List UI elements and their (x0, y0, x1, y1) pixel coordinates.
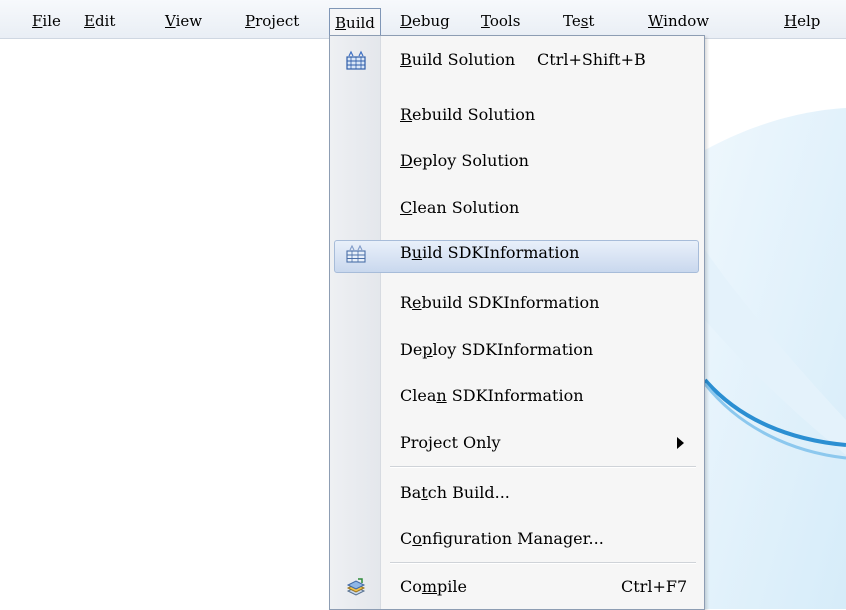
menu-item-label: Compile (400, 577, 467, 596)
menu-item-compile[interactable]: Compile Ctrl+F7 (330, 570, 704, 608)
label-pre: Clea (400, 386, 437, 405)
menu-item-configuration-manager[interactable]: Configuration Manager... (330, 522, 704, 560)
menu-separator (390, 466, 696, 468)
menu-item-label: Clean SDKInformation (400, 386, 584, 405)
menu-help-rest: elp (797, 12, 821, 30)
menu-view[interactable]: View (165, 9, 202, 33)
label-hotkey: o (412, 529, 422, 548)
compile-icon (346, 578, 366, 596)
menu-item-shortcut: Ctrl+Shift+B (537, 50, 646, 69)
menu-test[interactable]: Test (563, 9, 594, 33)
menu-debug-hotkey: D (400, 12, 413, 30)
label-pre: C (400, 529, 413, 548)
menu-item-label: Deploy Solution (400, 151, 529, 170)
menu-project-hotkey: P (245, 12, 256, 30)
submenu-arrow-icon (677, 437, 684, 449)
menu-tools-hotkey: T (481, 12, 490, 30)
label-hotkey: u (411, 243, 423, 262)
label-pre: Co (400, 577, 422, 596)
menu-item-label: Rebuild SDKInformation (400, 293, 599, 312)
label-hotkey: p (422, 340, 433, 359)
menu-edit[interactable]: Edit (84, 9, 115, 33)
label-post: nfiguration Manager... (421, 529, 604, 548)
menu-item-rebuild-solution[interactable]: Rebuild Solution (330, 98, 704, 136)
menu-item-build-solution[interactable]: Build Solution Ctrl+Shift+B (330, 43, 704, 81)
menu-build-hotkey: B (335, 14, 347, 32)
label-pre: Ba (400, 483, 422, 502)
label-post: ect Only (433, 433, 501, 452)
label-post: ch Build... (427, 483, 510, 502)
menu-debug[interactable]: Debug (400, 9, 450, 33)
label-hotkey: m (421, 577, 438, 596)
label-post: SDKInformation (446, 386, 584, 405)
menu-item-project-only[interactable]: Project Only (330, 426, 704, 464)
menu-tools-rest: ools (489, 12, 521, 30)
menu-file-rest: ile (42, 12, 61, 30)
menu-file[interactable]: File (32, 9, 61, 33)
label-post: eploy Solution (412, 151, 529, 170)
menu-item-deploy-solution[interactable]: Deploy Solution (330, 144, 704, 182)
menu-window-rest: indow (663, 12, 710, 30)
menu-item-label: Configuration Manager... (400, 529, 604, 548)
label-hotkey: n (436, 386, 447, 405)
menu-view-hotkey: V (165, 12, 176, 30)
menu-view-rest: iew (175, 12, 203, 30)
menu-build-rest: uild (346, 14, 375, 32)
menu-item-label: Project Only (400, 433, 501, 452)
label-hotkey: C (400, 198, 413, 217)
menu-edit-rest: dit (94, 12, 116, 30)
menu-item-clean-project[interactable]: Clean SDKInformation (330, 379, 704, 417)
menu-separator (390, 562, 696, 564)
label-post: ebuild Solution (412, 105, 536, 124)
menu-item-batch-build[interactable]: Batch Build... (330, 476, 704, 514)
label-post: uild Solution (411, 50, 516, 69)
menu-item-rebuild-project[interactable]: Rebuild SDKInformation (330, 286, 704, 324)
label-post: pile (437, 577, 467, 596)
menu-item-label: Build SDKInformation (400, 243, 579, 262)
menu-test-pre: Te (563, 12, 581, 30)
menu-tools[interactable]: Tools (481, 9, 520, 33)
menu-project-rest: roject (255, 12, 300, 30)
label-pre: R (400, 293, 413, 312)
menu-debug-rest: ebug (412, 12, 450, 30)
menu-item-label: Batch Build... (400, 483, 510, 502)
menu-item-build-project[interactable]: Build SDKInformation (330, 238, 704, 276)
menu-window[interactable]: Window (648, 9, 709, 33)
menu-file-hotkey: F (32, 12, 43, 30)
menu-help[interactable]: Help (784, 9, 820, 33)
label-hotkey: D (400, 151, 413, 170)
menu-item-label: Clean Solution (400, 198, 519, 217)
menu-build[interactable]: Build (329, 8, 381, 36)
label-hotkey: B (400, 50, 412, 69)
menu-project[interactable]: Project (245, 9, 299, 33)
build-solution-icon (346, 50, 366, 70)
menu-bar: File Edit View Project Build Debug Tools… (0, 0, 846, 39)
menu-item-deploy-project[interactable]: Deploy SDKInformation (330, 333, 704, 371)
menu-edit-hotkey: E (84, 12, 95, 30)
build-dropdown-menu: Build Solution Ctrl+Shift+B Rebuild Solu… (329, 35, 705, 610)
label-post: lean Solution (412, 198, 520, 217)
menu-window-hotkey: W (648, 12, 664, 30)
menu-item-label: Rebuild Solution (400, 105, 535, 124)
label-post: ild SDKInformation (422, 243, 580, 262)
label-pre: Pro (400, 433, 429, 452)
label-post: build SDKInformation (421, 293, 600, 312)
menu-help-hotkey: H (784, 12, 798, 30)
build-project-icon (346, 244, 366, 263)
label-pre: De (400, 340, 423, 359)
menu-test-rest: t (588, 12, 595, 30)
menu-item-clean-solution[interactable]: Clean Solution (330, 191, 704, 229)
menu-item-shortcut: Ctrl+F7 (621, 577, 688, 596)
label-post: loy SDKInformation (432, 340, 594, 359)
menu-item-label: Deploy SDKInformation (400, 340, 593, 359)
menu-item-label: Build Solution (400, 50, 515, 69)
label-hotkey: e (412, 293, 422, 312)
label-hotkey: R (400, 105, 413, 124)
label-pre: B (400, 243, 412, 262)
